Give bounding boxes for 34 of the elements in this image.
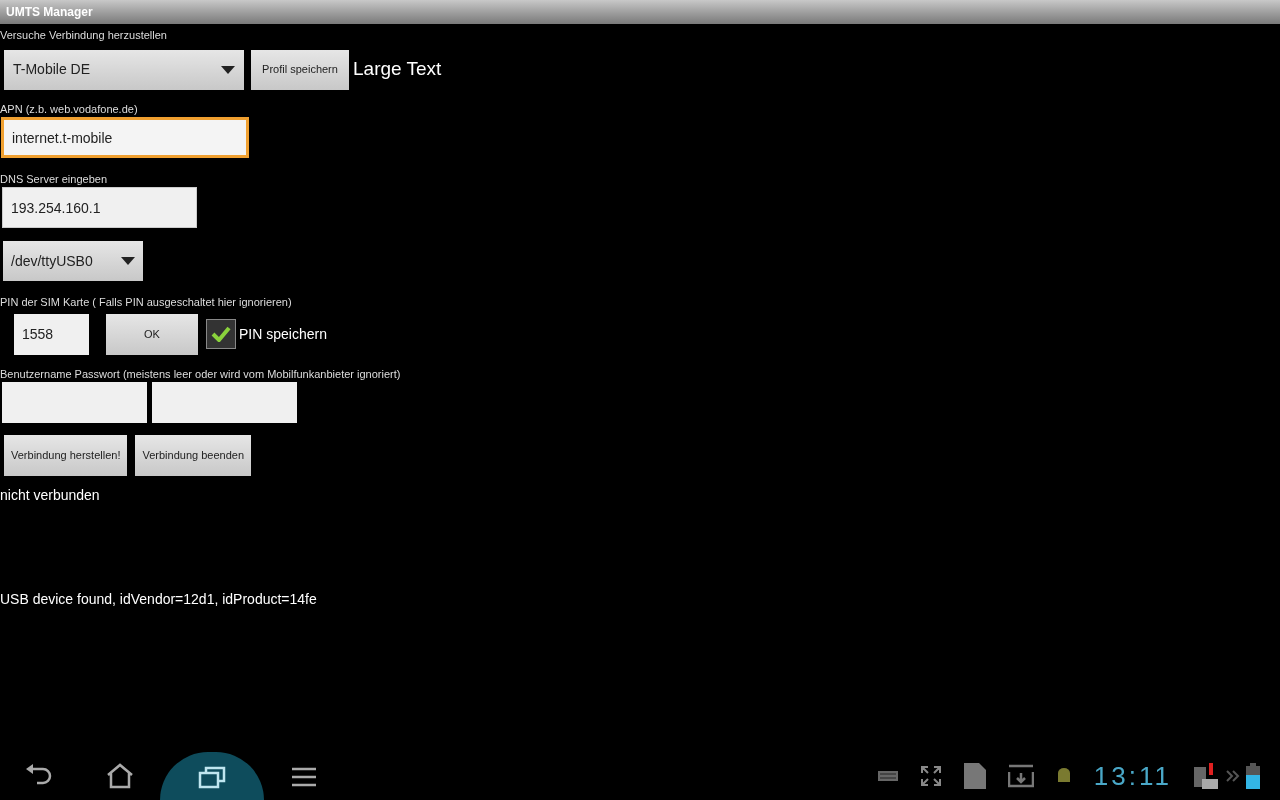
dns-label: DNS Server eingeben: [0, 172, 108, 185]
disconnect-button[interactable]: Verbindung beenden: [135, 435, 251, 476]
large-text: Large Text: [353, 57, 442, 82]
dropdown-arrow-icon: [221, 65, 235, 74]
keyboard-icon[interactable]: [877, 770, 898, 782]
credentials-label: Benutzername Passwort (meistens leer oder wird vom Mobilfunkanbieter ignoriert): [0, 367, 402, 380]
username-input[interactable]: [2, 382, 147, 423]
connection-status: nicht verbunden: [0, 486, 101, 505]
apn-input[interactable]: internet.t-mobile: [1, 117, 249, 158]
pin-label: PIN der SIM Karte ( Falls PIN ausgeschaltet hier ignorieren): [0, 295, 293, 308]
clock: 13:11: [1093, 759, 1172, 793]
sd-card-icon[interactable]: [963, 763, 986, 789]
expand-icon[interactable]: [919, 765, 942, 787]
battery-warning-icon[interactable]: [1194, 763, 1220, 789]
device-dropdown[interactable]: /dev/ttyUSB0: [3, 241, 143, 281]
download-tray-icon[interactable]: [1007, 764, 1034, 788]
battery-icon: [1246, 763, 1260, 789]
pin-input[interactable]: 1558: [14, 313, 89, 355]
home-icon: [105, 763, 135, 789]
status-text: Versuche Verbindung herzustellen: [0, 28, 168, 42]
save-pin-label: PIN speichern: [239, 324, 327, 344]
checkmark-icon: [211, 326, 231, 342]
window-title: UMTS Manager: [6, 4, 93, 21]
apn-label: APN (z.b. web.vodafone.de): [0, 102, 139, 115]
save-pin-checkbox[interactable]: [206, 319, 236, 349]
dropdown-arrow-icon: [121, 257, 135, 265]
connect-button[interactable]: Verbindung herstellen!: [4, 435, 128, 476]
ok-button[interactable]: OK: [106, 313, 198, 355]
chevrons-icon: [1226, 770, 1240, 782]
save-profile-button[interactable]: Profil speichern: [251, 49, 349, 90]
usb-message: USB device found, idVendor=12d1, idProduct=14fe: [0, 590, 318, 609]
password-input[interactable]: [152, 382, 297, 423]
dns-input[interactable]: 193.254.160.1: [2, 187, 197, 228]
profile-dropdown[interactable]: T-Mobile DE: [4, 49, 244, 90]
